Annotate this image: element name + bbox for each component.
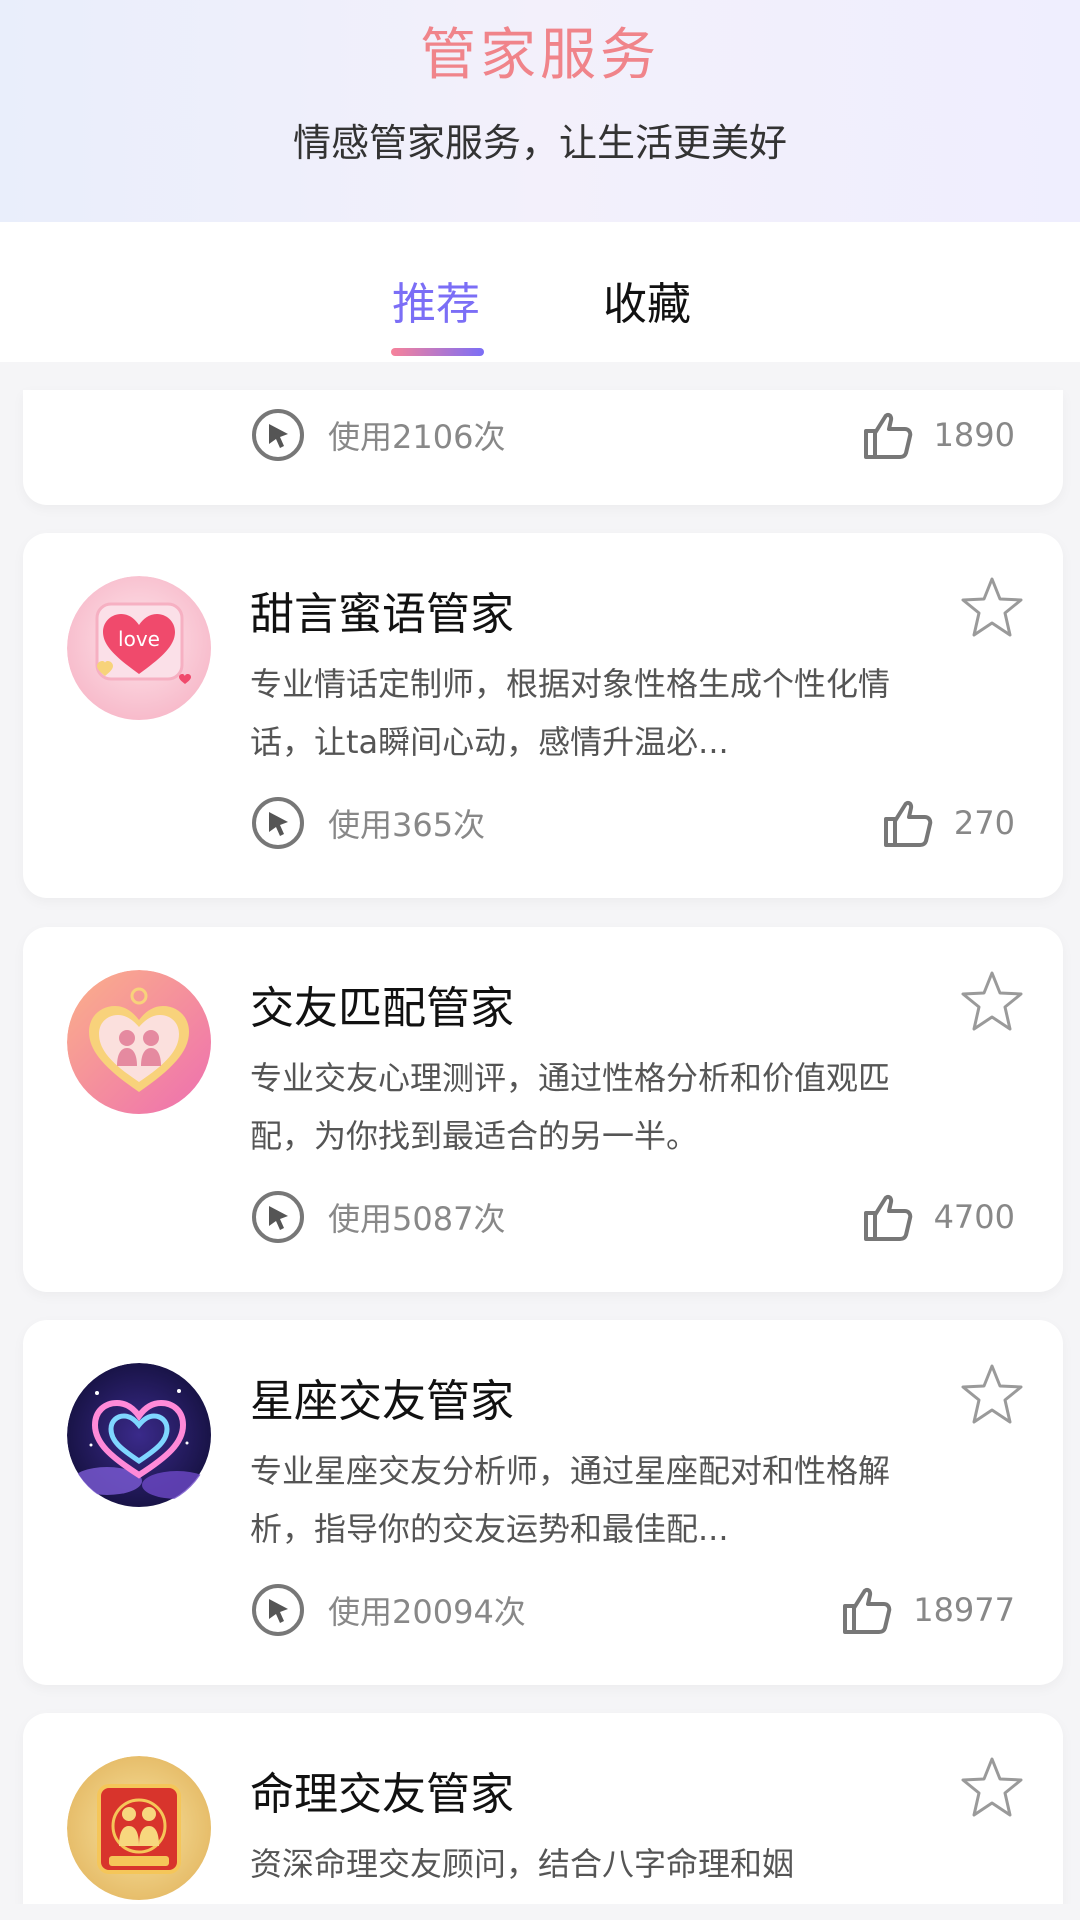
tab-favorites[interactable]: 收藏 xyxy=(603,268,691,332)
usage-text: 使用20094次 xyxy=(328,1593,526,1631)
service-card[interactable]: 命理交友管家 资深命理交友顾问，结合八字命理和姻 xyxy=(23,1713,1063,1920)
likes-text: 4700 xyxy=(933,1198,1015,1236)
fortune-couple-icon xyxy=(67,1756,212,1901)
card-description: 专业交友心理测评，通过性格分析和价值观匹配，为你找到最适合的另一半。 xyxy=(250,1059,891,1155)
favorite-star-icon[interactable] xyxy=(957,967,1027,1037)
page-subtitle: 情感管家服务，让生活更美好 xyxy=(292,121,787,165)
thumbs-up-icon xyxy=(883,800,933,847)
card-stats: 使用20094次 18977 xyxy=(250,1582,1015,1638)
like-count[interactable]: 18977 xyxy=(839,1582,1015,1638)
card-title: 命理交友管家 xyxy=(250,1769,514,1820)
cursor-icon xyxy=(252,1191,304,1243)
service-card[interactable]: 使用2106次 1890 xyxy=(23,390,1063,505)
usage-count: 使用20094次 xyxy=(250,1582,526,1638)
favorite-star-icon[interactable] xyxy=(957,1360,1027,1430)
service-card[interactable]: 交友匹配管家 专业交友心理测评，通过性格分析和价值观匹配，为你找到最适合的另一半… xyxy=(23,927,1063,1292)
svg-text:love: love xyxy=(118,627,160,651)
likes-text: 270 xyxy=(953,804,1015,842)
card-stats: 使用5087次 4700 xyxy=(250,1189,1015,1245)
tab-bar: 推荐 收藏 xyxy=(0,222,1080,362)
thumbs-up-icon xyxy=(863,1194,912,1241)
like-count[interactable]: 270 xyxy=(880,795,1015,851)
bottom-divider xyxy=(0,1904,1080,1920)
love-heart-icon: love xyxy=(67,576,212,721)
usage-text: 使用365次 xyxy=(328,806,486,844)
page-title: 管家服务 xyxy=(420,23,660,88)
card-title: 甜言蜜语管家 xyxy=(250,589,514,640)
thumbs-up-icon xyxy=(843,1587,892,1634)
card-stats: 使用365次 270 xyxy=(250,795,1015,851)
card-title: 星座交友管家 xyxy=(250,1376,514,1427)
cursor-icon xyxy=(252,797,304,849)
card-stats: 使用2106次 1890 xyxy=(250,407,1015,463)
usage-text: 使用2106次 xyxy=(328,418,506,456)
active-tab-indicator xyxy=(391,348,484,356)
usage-text: 使用5087次 xyxy=(328,1200,506,1238)
favorite-star-icon[interactable] xyxy=(957,1753,1027,1823)
card-description: 专业星座交友分析师，通过星座配对和性格解析，指导你的交友运势和最佳配... xyxy=(250,1452,891,1548)
cursor-icon xyxy=(252,409,304,461)
usage-count: 使用5087次 xyxy=(250,1189,505,1245)
glowing-heart-icon xyxy=(67,1363,212,1508)
usage-count: 使用2106次 xyxy=(250,407,505,463)
like-count[interactable]: 4700 xyxy=(860,1189,1015,1245)
header: 管家服务 情感管家服务，让生活更美好 xyxy=(0,0,1080,222)
page: 管家服务 情感管家服务，让生活更美好 推荐 收藏 使用2106次 1890 lo… xyxy=(0,0,1080,1920)
like-count[interactable]: 1890 xyxy=(860,407,1015,463)
favorite-star-icon[interactable] xyxy=(957,573,1027,643)
tab-recommend[interactable]: 推荐 xyxy=(392,268,480,332)
service-card[interactable]: 星座交友管家 专业星座交友分析师，通过星座配对和性格解析，指导你的交友运势和最佳… xyxy=(23,1320,1063,1685)
thumbs-up-icon xyxy=(863,412,912,459)
likes-text: 18977 xyxy=(913,1591,1015,1629)
card-title: 交友匹配管家 xyxy=(250,983,514,1034)
usage-count: 使用365次 xyxy=(250,795,485,851)
card-description: 专业情话定制师，根据对象性格生成个性化情话，让ta瞬间心动，感情升温必... xyxy=(250,665,891,761)
likes-text: 1890 xyxy=(933,416,1015,454)
service-card[interactable]: love 甜言蜜语管家 专业情话定制师，根据对象性格生成个性化情话，让ta瞬间心… xyxy=(23,533,1063,898)
cursor-icon xyxy=(252,1584,304,1636)
couple-heart-icon xyxy=(67,970,212,1115)
